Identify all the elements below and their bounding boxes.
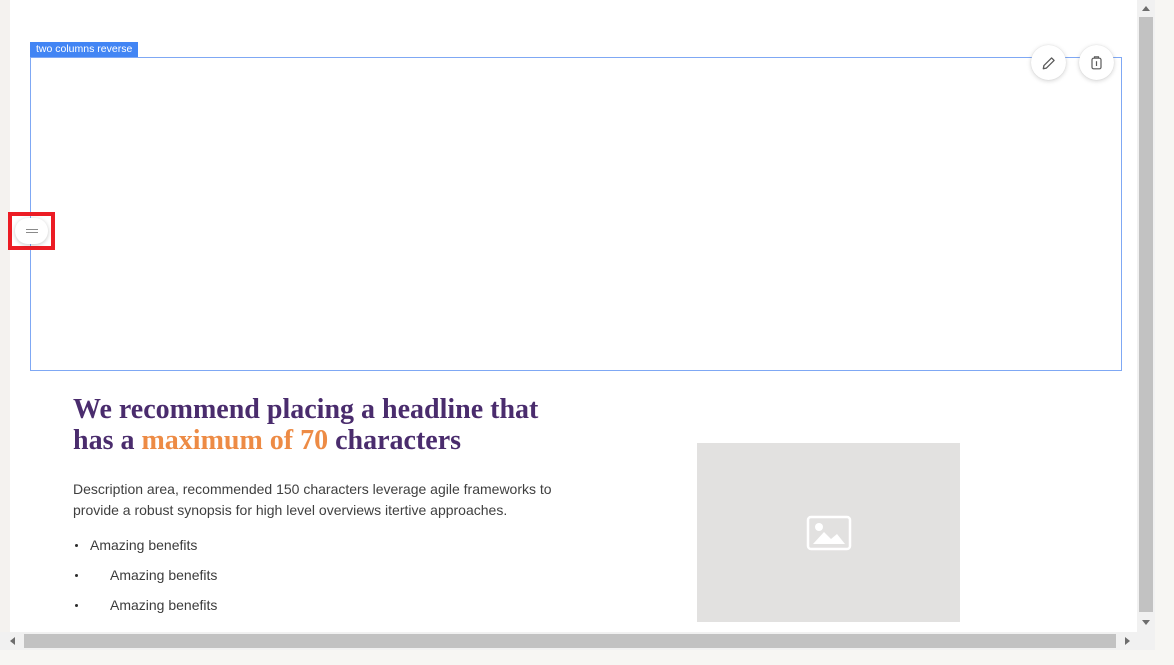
vertical-scrollbar-thumb[interactable] [1139, 17, 1153, 612]
scrollbar-corner [1137, 632, 1155, 650]
description-text: Description area, recommended 150 charac… [73, 479, 585, 521]
benefits-list: Amazing benefits Amazing benefits Amazin… [73, 537, 373, 627]
arrow-left-icon [10, 637, 15, 645]
scroll-left-button[interactable] [4, 634, 20, 648]
editor-canvas: two columns reverse We recommend placing… [0, 0, 1137, 632]
horizontal-scrollbar-thumb[interactable] [24, 634, 1116, 648]
arrow-right-icon [1125, 637, 1130, 645]
bullet-dot [75, 544, 78, 547]
edit-block-button[interactable] [1031, 45, 1066, 80]
headline-line2-post: characters [328, 425, 461, 456]
list-item: Amazing benefits [73, 567, 373, 583]
equals-lines-icon [26, 229, 38, 230]
scroll-right-button[interactable] [1119, 634, 1135, 648]
pencil-icon [1041, 55, 1057, 71]
headline-line1: We recommend placing a headline that [73, 394, 538, 425]
selected-block-two-columns-reverse[interactable] [30, 57, 1122, 371]
image-placeholder[interactable] [697, 443, 960, 622]
scroll-up-button[interactable] [1137, 0, 1155, 16]
block-type-tag: two columns reverse [30, 42, 138, 57]
equals-lines-icon [26, 232, 38, 233]
headline-highlight: maximum of 70 [141, 425, 328, 456]
bullet-dot [75, 604, 78, 607]
list-item-label: Amazing benefits [110, 567, 217, 583]
scroll-down-button[interactable] [1137, 614, 1155, 630]
list-item: Amazing benefits [73, 597, 373, 613]
arrow-down-icon [1142, 620, 1150, 625]
delete-block-button[interactable] [1079, 45, 1114, 80]
drag-handle[interactable] [15, 218, 48, 244]
bullet-dot [75, 574, 78, 577]
canvas-left-gutter [0, 0, 10, 632]
image-placeholder-icon [806, 514, 852, 552]
list-item-label: Amazing benefits [110, 597, 217, 613]
headline-line2-pre: has a [73, 425, 141, 456]
list-item: Amazing benefits [73, 537, 373, 553]
headline: We recommend placing a headline that has… [73, 394, 538, 456]
arrow-up-icon [1142, 6, 1150, 11]
list-item-label: Amazing benefits [90, 537, 197, 553]
trash-icon [1089, 55, 1104, 71]
